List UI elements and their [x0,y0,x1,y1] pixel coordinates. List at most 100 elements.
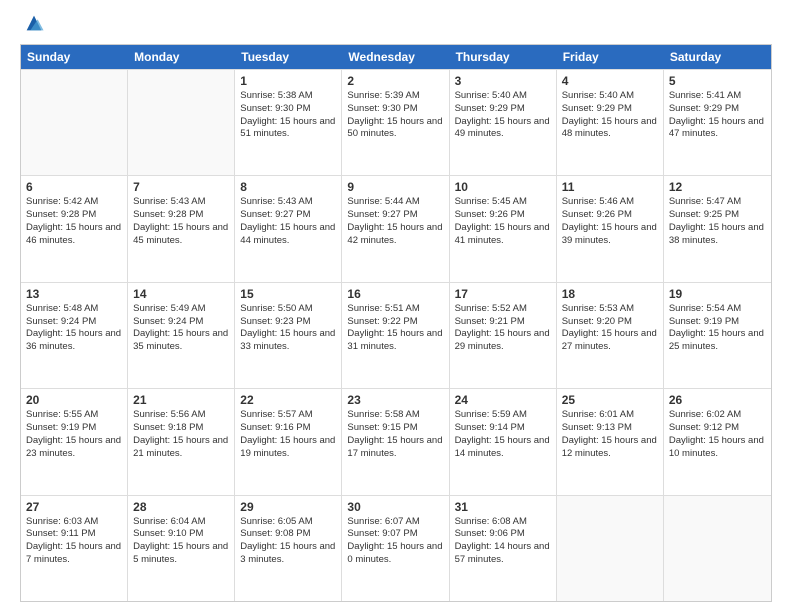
calendar-cell: 31Sunrise: 6:08 AM Sunset: 9:06 PM Dayli… [450,496,557,601]
weekday-header: Wednesday [342,45,449,69]
day-number: 23 [347,393,443,407]
weekday-header: Tuesday [235,45,342,69]
day-number: 11 [562,180,658,194]
day-info: Sunrise: 6:02 AM Sunset: 9:12 PM Dayligh… [669,409,766,460]
day-number: 7 [133,180,229,194]
day-number: 5 [669,74,766,88]
day-number: 24 [455,393,551,407]
day-info: Sunrise: 5:43 AM Sunset: 9:27 PM Dayligh… [240,196,336,247]
day-number: 13 [26,287,122,301]
calendar-cell: 10 Sunrise: 5:45 AM Sunset: 9:26 PM Dayli… [450,176,557,281]
day-info: Sunrise: 5:47 AM Sunset: 9:25 PM Dayligh… [669,196,766,247]
calendar-cell: 24Sunrise: 5:59 AM Sunset: 9:14 PM Dayli… [450,389,557,494]
day-info: Sunrise: 5:52 AM Sunset: 9:21 PM Dayligh… [455,303,551,354]
calendar-cell: 5 Sunrise: 5:41 AM Sunset: 9:29 PM Daylig… [664,70,771,175]
day-number: 6 [26,180,122,194]
calendar-row: 6 Sunrise: 5:42 AM Sunset: 9:28 PM Daylig… [21,175,771,281]
day-number: 4 [562,74,658,88]
calendar-cell: 28Sunrise: 6:04 AM Sunset: 9:10 PM Dayli… [128,496,235,601]
day-info: Sunrise: 5:39 AM Sunset: 9:30 PM Dayligh… [347,90,443,141]
logo-icon [23,12,45,34]
day-info: Sunrise: 5:43 AM Sunset: 9:28 PM Dayligh… [133,196,229,247]
day-info: Sunrise: 6:05 AM Sunset: 9:08 PM Dayligh… [240,516,336,567]
day-number: 22 [240,393,336,407]
day-number: 21 [133,393,229,407]
day-info: Sunrise: 5:48 AM Sunset: 9:24 PM Dayligh… [26,303,122,354]
calendar-cell: 26 Sunrise: 6:02 AM Sunset: 9:12 PM Dayli… [664,389,771,494]
day-info: Sunrise: 5:49 AM Sunset: 9:24 PM Dayligh… [133,303,229,354]
calendar-cell: 22 Sunrise: 5:57 AM Sunset: 9:16 PM Dayli… [235,389,342,494]
calendar: SundayMondayTuesdayWednesdayThursdayFrid… [20,44,772,602]
calendar-cell: 17 Sunrise: 5:52 AM Sunset: 9:21 PM Dayli… [450,283,557,388]
day-number: 30 [347,500,443,514]
day-info: Sunrise: 5:42 AM Sunset: 9:28 PM Dayligh… [26,196,122,247]
day-number: 17 [455,287,551,301]
calendar-cell [21,70,128,175]
day-info: Sunrise: 5:46 AM Sunset: 9:26 PM Dayligh… [562,196,658,247]
day-info: Sunrise: 5:40 AM Sunset: 9:29 PM Dayligh… [455,90,551,141]
day-info: Sunrise: 5:51 AM Sunset: 9:22 PM Dayligh… [347,303,443,354]
calendar-cell: 12 Sunrise: 5:47 AM Sunset: 9:25 PM Dayli… [664,176,771,281]
day-number: 16 [347,287,443,301]
day-number: 15 [240,287,336,301]
day-number: 1 [240,74,336,88]
calendar-cell: 7 Sunrise: 5:43 AM Sunset: 9:28 PM Daylig… [128,176,235,281]
calendar-cell: 30 Sunrise: 6:07 AM Sunset: 9:07 PM Dayli… [342,496,449,601]
day-number: 8 [240,180,336,194]
logo [20,16,45,34]
weekday-header: Monday [128,45,235,69]
calendar-cell: 13 Sunrise: 5:48 AM Sunset: 9:24 PM Dayli… [21,283,128,388]
weekday-header: Friday [557,45,664,69]
day-info: Sunrise: 5:53 AM Sunset: 9:20 PM Dayligh… [562,303,658,354]
header [20,16,772,34]
weekday-header: Saturday [664,45,771,69]
day-number: 28 [133,500,229,514]
calendar-cell: 3Sunrise: 5:40 AM Sunset: 9:29 PM Daylig… [450,70,557,175]
day-info: Sunrise: 5:57 AM Sunset: 9:16 PM Dayligh… [240,409,336,460]
calendar-row: 1Sunrise: 5:38 AM Sunset: 9:30 PM Daylig… [21,69,771,175]
day-info: Sunrise: 5:40 AM Sunset: 9:29 PM Dayligh… [562,90,658,141]
day-info: Sunrise: 6:07 AM Sunset: 9:07 PM Dayligh… [347,516,443,567]
day-number: 9 [347,180,443,194]
day-number: 25 [562,393,658,407]
day-info: Sunrise: 5:55 AM Sunset: 9:19 PM Dayligh… [26,409,122,460]
calendar-body: 1Sunrise: 5:38 AM Sunset: 9:30 PM Daylig… [21,69,771,601]
calendar-cell: 11 Sunrise: 5:46 AM Sunset: 9:26 PM Dayli… [557,176,664,281]
calendar-cell: 2 Sunrise: 5:39 AM Sunset: 9:30 PM Daylig… [342,70,449,175]
page: SundayMondayTuesdayWednesdayThursdayFrid… [0,0,792,612]
weekday-header: Sunday [21,45,128,69]
calendar-cell: 18Sunrise: 5:53 AM Sunset: 9:20 PM Dayli… [557,283,664,388]
day-info: Sunrise: 5:56 AM Sunset: 9:18 PM Dayligh… [133,409,229,460]
day-number: 26 [669,393,766,407]
calendar-cell: 20 Sunrise: 5:55 AM Sunset: 9:19 PM Dayli… [21,389,128,494]
calendar-row: 27 Sunrise: 6:03 AM Sunset: 9:11 PM Dayli… [21,495,771,601]
calendar-cell: 23 Sunrise: 5:58 AM Sunset: 9:15 PM Dayli… [342,389,449,494]
day-number: 2 [347,74,443,88]
day-info: Sunrise: 5:50 AM Sunset: 9:23 PM Dayligh… [240,303,336,354]
day-info: Sunrise: 5:41 AM Sunset: 9:29 PM Dayligh… [669,90,766,141]
calendar-cell: 8 Sunrise: 5:43 AM Sunset: 9:27 PM Daylig… [235,176,342,281]
calendar-cell: 4 Sunrise: 5:40 AM Sunset: 9:29 PM Daylig… [557,70,664,175]
day-info: Sunrise: 6:08 AM Sunset: 9:06 PM Dayligh… [455,516,551,567]
calendar-cell: 14 Sunrise: 5:49 AM Sunset: 9:24 PM Dayli… [128,283,235,388]
day-info: Sunrise: 6:03 AM Sunset: 9:11 PM Dayligh… [26,516,122,567]
day-number: 27 [26,500,122,514]
day-number: 20 [26,393,122,407]
day-info: Sunrise: 5:45 AM Sunset: 9:26 PM Dayligh… [455,196,551,247]
day-info: Sunrise: 6:01 AM Sunset: 9:13 PM Dayligh… [562,409,658,460]
calendar-cell: 19 Sunrise: 5:54 AM Sunset: 9:19 PM Dayli… [664,283,771,388]
calendar-cell [664,496,771,601]
weekday-header: Thursday [450,45,557,69]
day-number: 19 [669,287,766,301]
calendar-row: 20 Sunrise: 5:55 AM Sunset: 9:19 PM Dayli… [21,388,771,494]
day-info: Sunrise: 5:58 AM Sunset: 9:15 PM Dayligh… [347,409,443,460]
day-info: Sunrise: 5:54 AM Sunset: 9:19 PM Dayligh… [669,303,766,354]
calendar-cell: 1Sunrise: 5:38 AM Sunset: 9:30 PM Daylig… [235,70,342,175]
day-number: 29 [240,500,336,514]
day-number: 14 [133,287,229,301]
calendar-cell [557,496,664,601]
day-number: 10 [455,180,551,194]
day-number: 12 [669,180,766,194]
calendar-cell: 25 Sunrise: 6:01 AM Sunset: 9:13 PM Dayli… [557,389,664,494]
calendar-cell: 9Sunrise: 5:44 AM Sunset: 9:27 PM Daylig… [342,176,449,281]
